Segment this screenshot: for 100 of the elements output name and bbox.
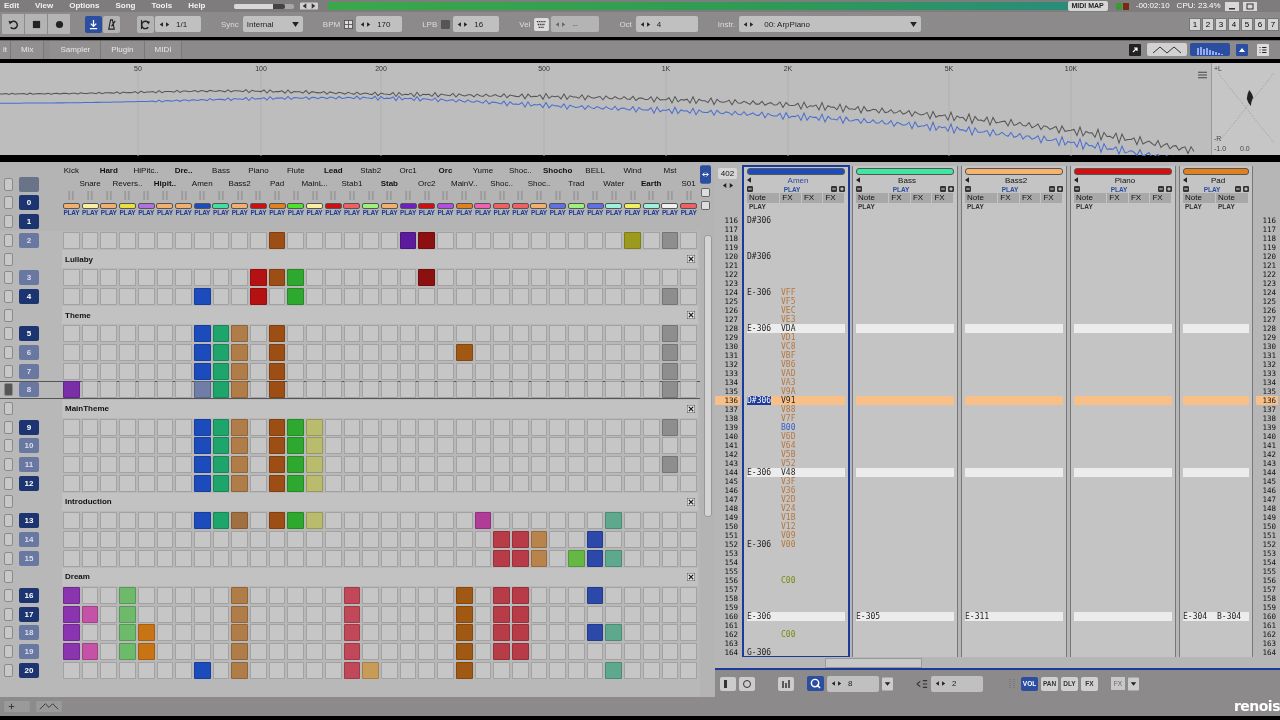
track-name[interactable]: Orc1 [399,165,417,178]
note-cell[interactable]: D#306 [747,252,772,261]
quantize-field[interactable]: 8 [827,675,879,692]
sequence-number[interactable]: 1 [19,214,39,230]
track-name[interactable]: Trad [568,178,585,191]
preset-button[interactable]: 6 [1254,17,1266,31]
note-cell[interactable]: E-304 [1183,612,1208,621]
effect-cell[interactable]: V91 [781,396,803,405]
preset-button[interactable]: 7 [1267,17,1279,31]
note-cell[interactable]: E-311 [965,612,990,621]
sequence-number[interactable]: 20 [19,662,39,678]
pattern-loop-field[interactable]: 1/1 [155,16,201,33]
menu-item[interactable]: Help [180,0,214,12]
track-name[interactable]: Stab1 [341,178,363,191]
bpm-field[interactable]: 170 [356,16,403,33]
track-name[interactable]: MainV.. [450,178,478,191]
note-cell[interactable]: D#306 [747,396,772,405]
column-header[interactable]: FX [1041,193,1062,203]
note-cell[interactable]: B-304 [1217,612,1242,621]
effect-cell[interactable]: V48 [781,468,803,477]
preset-button[interactable]: 5 [1241,17,1253,31]
track-name[interactable]: Dre.. [174,165,193,178]
menu-item[interactable]: Options [61,0,108,12]
track-name[interactable]: Revers.. [112,178,143,191]
instrument-dropdown[interactable]: 00: ArpPiano [739,16,922,33]
sequence-number[interactable]: 9 [19,419,39,435]
sequence-number[interactable]: 4 [19,288,39,304]
track-name[interactable]: Water [603,178,625,191]
note-cell[interactable]: E-306 [747,288,772,297]
menu-item[interactable]: Song [107,0,144,12]
note-cell[interactable]: E-305 [856,612,881,621]
column-header[interactable]: FX [1128,193,1150,203]
column-header[interactable]: FX [1019,193,1041,203]
preset-button[interactable]: 2 [1202,17,1214,31]
column-header[interactable]: FX [801,193,823,203]
preset-button[interactable]: 4 [1228,17,1240,31]
track-name[interactable]: Orc2 [418,178,436,191]
column-header[interactable]: Note [1183,193,1215,203]
track-name[interactable]: Earth [641,178,662,191]
sequence-number[interactable]: 12 [19,475,39,491]
column-header[interactable]: Note [856,193,889,203]
sequence-number[interactable]: 13 [19,513,39,529]
column-header[interactable]: Note [1216,193,1248,203]
track-name[interactable]: Kick [63,165,79,178]
section-header[interactable]: Theme [62,306,698,325]
track-name[interactable]: Shocho [543,165,573,178]
column-header[interactable]: Note [965,193,998,203]
track-name[interactable]: Shoc.. [527,178,551,191]
column-header[interactable]: FX [889,193,910,203]
note-cell[interactable]: G-306 [747,648,772,657]
track-name[interactable]: Bass [212,165,230,178]
column-header[interactable]: FX [823,193,844,203]
track-name[interactable]: Stab2 [360,165,382,178]
sync-dropdown[interactable]: Internal [242,16,303,33]
track-name[interactable]: Piano [248,165,269,178]
track-name[interactable]: BELL [585,165,605,178]
note-cell[interactable]: E-306 [747,468,772,477]
effect-cell[interactable]: VDA [781,324,803,333]
track-name[interactable]: Yume [472,165,494,178]
track-name[interactable]: Pad [270,178,285,191]
track-name[interactable]: Amen [191,178,213,191]
track-name[interactable]: Hipit.. [153,178,176,191]
sequence-number[interactable]: 16 [19,587,39,603]
track-name[interactable]: Snare [79,178,101,191]
column-header[interactable]: Note [1074,193,1107,203]
column-header[interactable]: FX [910,193,932,203]
pattern-number[interactable]: 402 [717,168,738,179]
lpb-field[interactable]: 16 [453,16,500,33]
track-name[interactable]: Mst [663,165,677,178]
column-header[interactable]: FX [1150,193,1171,203]
sequence-number[interactable]: 5 [19,326,39,342]
track-name[interactable]: Shoc.. [508,165,532,178]
column-header[interactable]: FX [780,193,801,203]
octave-field[interactable]: 4 [635,16,698,33]
track-name[interactable]: Orc [438,165,453,178]
note-cell[interactable]: E-306 [747,612,772,621]
note-cell[interactable]: E-306 [747,540,772,549]
effect-cell[interactable]: B00 [781,423,803,432]
menu-item[interactable]: Tools [143,0,181,12]
track-name[interactable]: Stab [380,178,398,191]
section-header[interactable]: MainTheme [62,399,698,418]
step-field[interactable]: 2 [931,675,983,692]
track-name[interactable]: Lead [323,165,343,178]
column-header[interactable]: Note [747,193,780,203]
preset-button[interactable]: 3 [1215,17,1227,31]
note-cell[interactable]: D#306 [747,216,772,225]
section-header[interactable]: Introduction [62,492,698,511]
track-name[interactable]: Hard [99,165,118,178]
note-cell[interactable]: E-306 [747,324,772,333]
column-header[interactable]: FX [1107,193,1128,203]
sequence-number[interactable]: 0 [19,195,39,211]
column-header[interactable]: FX [932,193,953,203]
track-name[interactable]: S01 [681,178,696,191]
track-name[interactable]: Wind [623,165,642,178]
track-name[interactable]: HiPitc.. [133,165,159,178]
track-name[interactable]: Shoc.. [490,178,513,191]
preset-button[interactable]: 1 [1189,17,1201,31]
menu-item[interactable]: View [27,0,62,12]
track-name[interactable]: MainL.. [301,178,328,191]
section-header[interactable]: Dream [62,567,698,586]
